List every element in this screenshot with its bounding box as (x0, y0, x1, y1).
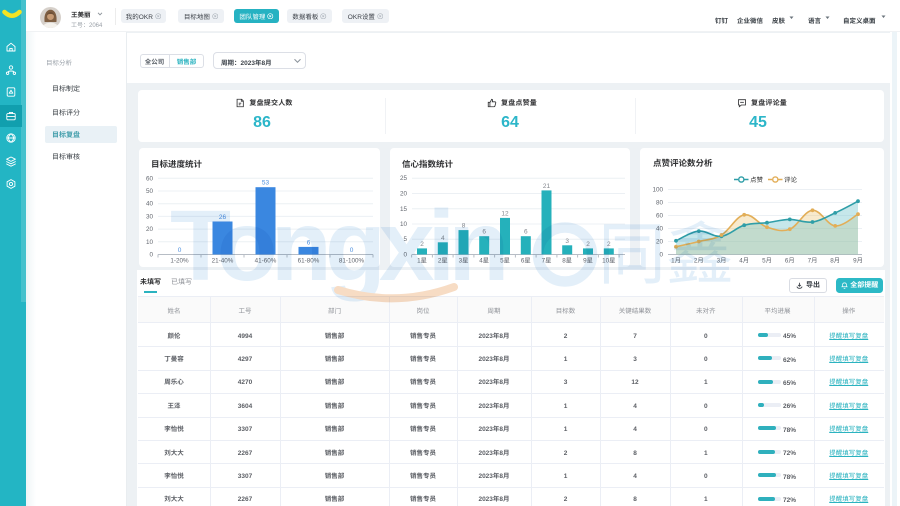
svg-text:4月: 4月 (739, 256, 749, 265)
svg-text:9月: 9月 (853, 256, 863, 265)
svg-text:点赞: 点赞 (750, 174, 764, 184)
svg-text:100: 100 (652, 185, 663, 194)
svg-text:6月: 6月 (785, 256, 795, 265)
svg-text:3月: 3月 (717, 256, 727, 265)
svg-text:2月: 2月 (694, 256, 704, 265)
svg-text:8月: 8月 (830, 256, 840, 265)
svg-text:80: 80 (656, 198, 664, 207)
svg-text:评论: 评论 (784, 174, 798, 184)
svg-text:1月: 1月 (671, 256, 681, 265)
svg-text:0: 0 (659, 250, 663, 259)
svg-text:60: 60 (656, 211, 664, 220)
svg-text:20: 20 (656, 237, 664, 246)
svg-text:40: 40 (656, 224, 664, 233)
svg-text:7月: 7月 (808, 256, 818, 265)
svg-text:5月: 5月 (762, 256, 772, 265)
